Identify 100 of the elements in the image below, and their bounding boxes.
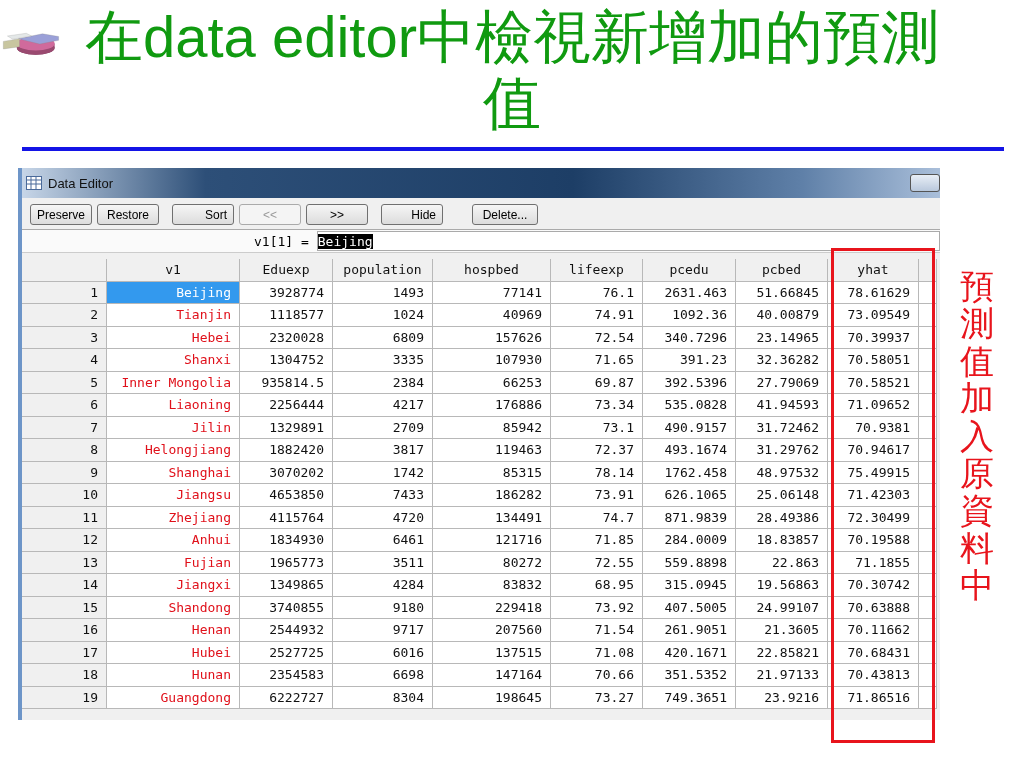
- table-cell[interactable]: 9180: [333, 596, 433, 619]
- table-cell[interactable]: 2256444: [240, 394, 333, 417]
- table-cell[interactable]: 73.1: [551, 416, 643, 439]
- table-cell[interactable]: 107930: [433, 349, 551, 372]
- table-cell[interactable]: 626.1065: [643, 484, 736, 507]
- table-cell[interactable]: 4653850: [240, 484, 333, 507]
- table-cell[interactable]: 71.85: [551, 529, 643, 552]
- table-cell[interactable]: 71.54: [551, 619, 643, 642]
- table-cell[interactable]: 9717: [333, 619, 433, 642]
- table-cell[interactable]: 23.14965: [736, 326, 828, 349]
- table-cell[interactable]: 2631.463: [643, 281, 736, 304]
- table-cell[interactable]: 3335: [333, 349, 433, 372]
- table-cell[interactable]: 2320028: [240, 326, 333, 349]
- table-cell[interactable]: 77141: [433, 281, 551, 304]
- table-cell[interactable]: 176886: [433, 394, 551, 417]
- table-cell[interactable]: 207560: [433, 619, 551, 642]
- table-cell[interactable]: 71.08: [551, 641, 643, 664]
- table-cell[interactable]: Guangdong: [107, 686, 240, 709]
- table-cell[interactable]: 1742: [333, 461, 433, 484]
- table-cell[interactable]: 351.5352: [643, 664, 736, 687]
- table-cell[interactable]: 78.14: [551, 461, 643, 484]
- table-cell[interactable]: Liaoning: [107, 394, 240, 417]
- table-cell[interactable]: 40969: [433, 304, 551, 327]
- table-cell[interactable]: 2384: [333, 371, 433, 394]
- table-cell[interactable]: 147164: [433, 664, 551, 687]
- table-cell[interactable]: 535.0828: [643, 394, 736, 417]
- table-cell[interactable]: 315.0945: [643, 574, 736, 597]
- table-cell[interactable]: 420.1671: [643, 641, 736, 664]
- table-cell[interactable]: 186282: [433, 484, 551, 507]
- table-cell[interactable]: 40.00879: [736, 304, 828, 327]
- toolbar-button[interactable]: Delete...: [472, 204, 539, 225]
- table-cell[interactable]: 1304752: [240, 349, 333, 372]
- table-cell[interactable]: 28.49386: [736, 506, 828, 529]
- table-cell[interactable]: 74.91: [551, 304, 643, 327]
- table-cell[interactable]: 73.91: [551, 484, 643, 507]
- table-cell[interactable]: 73.27: [551, 686, 643, 709]
- table-cell[interactable]: 73.34: [551, 394, 643, 417]
- table-cell[interactable]: 1329891: [240, 416, 333, 439]
- table-cell[interactable]: 66253: [433, 371, 551, 394]
- table-cell[interactable]: Inner Mongolia: [107, 371, 240, 394]
- table-cell[interactable]: 871.9839: [643, 506, 736, 529]
- table-cell[interactable]: Hebei: [107, 326, 240, 349]
- table-cell[interactable]: 6698: [333, 664, 433, 687]
- table-cell[interactable]: 70.94617: [828, 439, 919, 462]
- table-cell[interactable]: 749.3651: [643, 686, 736, 709]
- column-header[interactable]: pcbed: [736, 259, 828, 282]
- table-cell[interactable]: 6461: [333, 529, 433, 552]
- table-cell[interactable]: 7433: [333, 484, 433, 507]
- table-cell[interactable]: 3928774: [240, 281, 333, 304]
- table-cell[interactable]: 48.97532: [736, 461, 828, 484]
- table-cell[interactable]: 32.36282: [736, 349, 828, 372]
- table-cell[interactable]: Shandong: [107, 596, 240, 619]
- column-header[interactable]: v1: [107, 259, 240, 282]
- table-cell[interactable]: 391.23: [643, 349, 736, 372]
- table-cell[interactable]: 340.7296: [643, 326, 736, 349]
- table-cell[interactable]: 134491: [433, 506, 551, 529]
- table-cell[interactable]: 25.06148: [736, 484, 828, 507]
- table-cell[interactable]: 3511: [333, 551, 433, 574]
- column-header[interactable]: hospbed: [433, 259, 551, 282]
- table-cell[interactable]: 80272: [433, 551, 551, 574]
- table-cell[interactable]: 137515: [433, 641, 551, 664]
- column-header[interactable]: lifeexp: [551, 259, 643, 282]
- table-cell[interactable]: Henan: [107, 619, 240, 642]
- table-cell[interactable]: 261.9051: [643, 619, 736, 642]
- table-cell[interactable]: 51.66845: [736, 281, 828, 304]
- table-cell[interactable]: 1834930: [240, 529, 333, 552]
- table-cell[interactable]: 3740855: [240, 596, 333, 619]
- table-cell[interactable]: 70.43813: [828, 664, 919, 687]
- table-cell[interactable]: 1118577: [240, 304, 333, 327]
- table-cell[interactable]: 72.37: [551, 439, 643, 462]
- table-cell[interactable]: 21.97133: [736, 664, 828, 687]
- table-cell[interactable]: 4217: [333, 394, 433, 417]
- table-cell[interactable]: 85315: [433, 461, 551, 484]
- table-cell[interactable]: 24.99107: [736, 596, 828, 619]
- table-cell[interactable]: 72.55: [551, 551, 643, 574]
- table-cell[interactable]: 71.65: [551, 349, 643, 372]
- table-cell[interactable]: 71.09652: [828, 394, 919, 417]
- table-cell[interactable]: Anhui: [107, 529, 240, 552]
- table-cell[interactable]: 2354583: [240, 664, 333, 687]
- table-cell[interactable]: 3817: [333, 439, 433, 462]
- table-cell[interactable]: 1762.458: [643, 461, 736, 484]
- table-cell[interactable]: 4284: [333, 574, 433, 597]
- table-cell[interactable]: 392.5396: [643, 371, 736, 394]
- table-cell[interactable]: 83832: [433, 574, 551, 597]
- table-cell[interactable]: 1092.36: [643, 304, 736, 327]
- toolbar-button[interactable]: Restore: [97, 204, 160, 225]
- table-cell[interactable]: 27.79069: [736, 371, 828, 394]
- table-cell[interactable]: 22.863: [736, 551, 828, 574]
- table-cell[interactable]: 74.7: [551, 506, 643, 529]
- minimize-button[interactable]: [910, 174, 940, 192]
- table-cell[interactable]: 1493: [333, 281, 433, 304]
- cell-value-field[interactable]: Beijing: [316, 231, 940, 251]
- table-cell[interactable]: 19.56863: [736, 574, 828, 597]
- table-cell[interactable]: 73.09549: [828, 304, 919, 327]
- column-header[interactable]: pcedu: [643, 259, 736, 282]
- toolbar-button[interactable]: Hide: [381, 204, 444, 225]
- table-cell[interactable]: 4720: [333, 506, 433, 529]
- table-cell[interactable]: 41.94593: [736, 394, 828, 417]
- table-cell[interactable]: 1882420: [240, 439, 333, 462]
- table-cell[interactable]: 72.54: [551, 326, 643, 349]
